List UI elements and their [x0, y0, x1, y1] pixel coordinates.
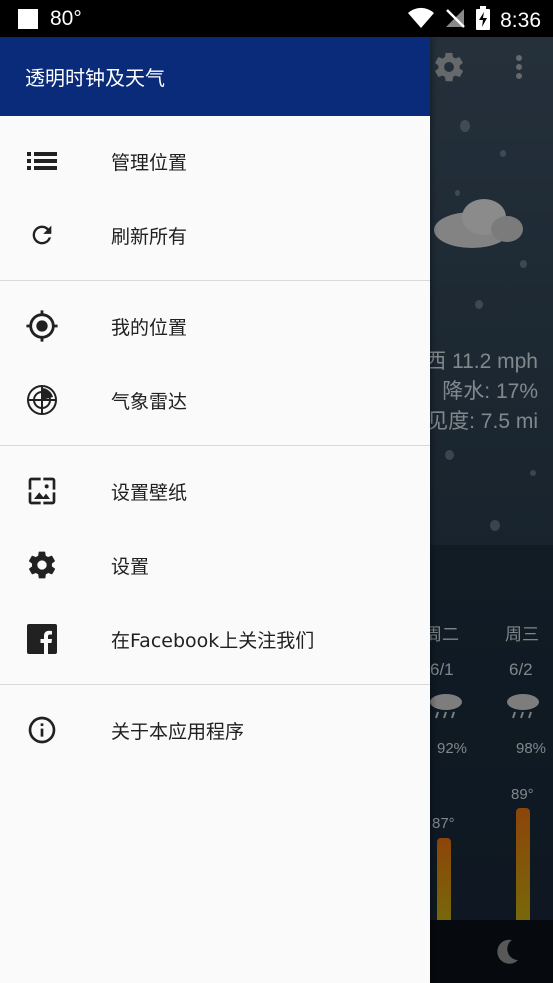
status-temperature: 80°: [50, 7, 82, 30]
navigation-drawer: 透明时钟及天气 管理位置 刷新所有 我的位置 气象雷达 设置壁纸 设置 在Fac…: [0, 37, 430, 983]
menu-item-my-location[interactable]: 我的位置: [0, 289, 430, 363]
refresh-icon: [25, 218, 59, 252]
drawer-header: 透明时钟及天气: [0, 37, 430, 116]
menu-item-weather-radar[interactable]: 气象雷达: [0, 363, 430, 437]
list-icon: [25, 144, 59, 178]
menu-item-set-wallpaper[interactable]: 设置壁纸: [0, 454, 430, 528]
menu-item-about[interactable]: 关于本应用程序: [0, 693, 430, 767]
gear-icon: [25, 548, 59, 582]
menu-section: 设置壁纸 设置 在Facebook上关注我们: [0, 446, 430, 684]
menu-section: 管理位置 刷新所有: [0, 116, 430, 280]
menu-item-settings[interactable]: 设置: [0, 528, 430, 602]
menu-item-follow-facebook[interactable]: 在Facebook上关注我们: [0, 602, 430, 676]
status-bar: 80° 8:36: [0, 0, 553, 37]
menu-item-label: 设置壁纸: [111, 481, 188, 504]
facebook-icon: [25, 622, 59, 656]
menu-item-label: 刷新所有: [111, 225, 188, 248]
menu-item-label: 管理位置: [111, 151, 188, 174]
menu-item-label: 气象雷达: [111, 390, 188, 413]
status-time: 8:36: [500, 9, 541, 32]
menu-item-label: 我的位置: [111, 316, 188, 339]
menu-item-manage-locations[interactable]: 管理位置: [0, 124, 430, 198]
menu-section: 我的位置 气象雷达: [0, 281, 430, 445]
menu-item-label: 在Facebook上关注我们: [111, 629, 315, 652]
notification-square-icon: [18, 9, 38, 29]
drawer-title: 透明时钟及天气: [25, 66, 165, 90]
no-signal-icon: [444, 7, 466, 35]
menu-item-label: 关于本应用程序: [111, 720, 245, 743]
info-icon: [25, 713, 59, 747]
wallpaper-icon: [25, 474, 59, 508]
menu-item-label: 设置: [111, 555, 150, 578]
radar-icon: [25, 383, 59, 417]
gps-icon: [25, 309, 59, 343]
battery-charging-icon: [476, 6, 491, 36]
menu-item-refresh-all[interactable]: 刷新所有: [0, 198, 430, 272]
menu-section: 关于本应用程序: [0, 685, 430, 775]
wifi-icon: [408, 7, 435, 35]
